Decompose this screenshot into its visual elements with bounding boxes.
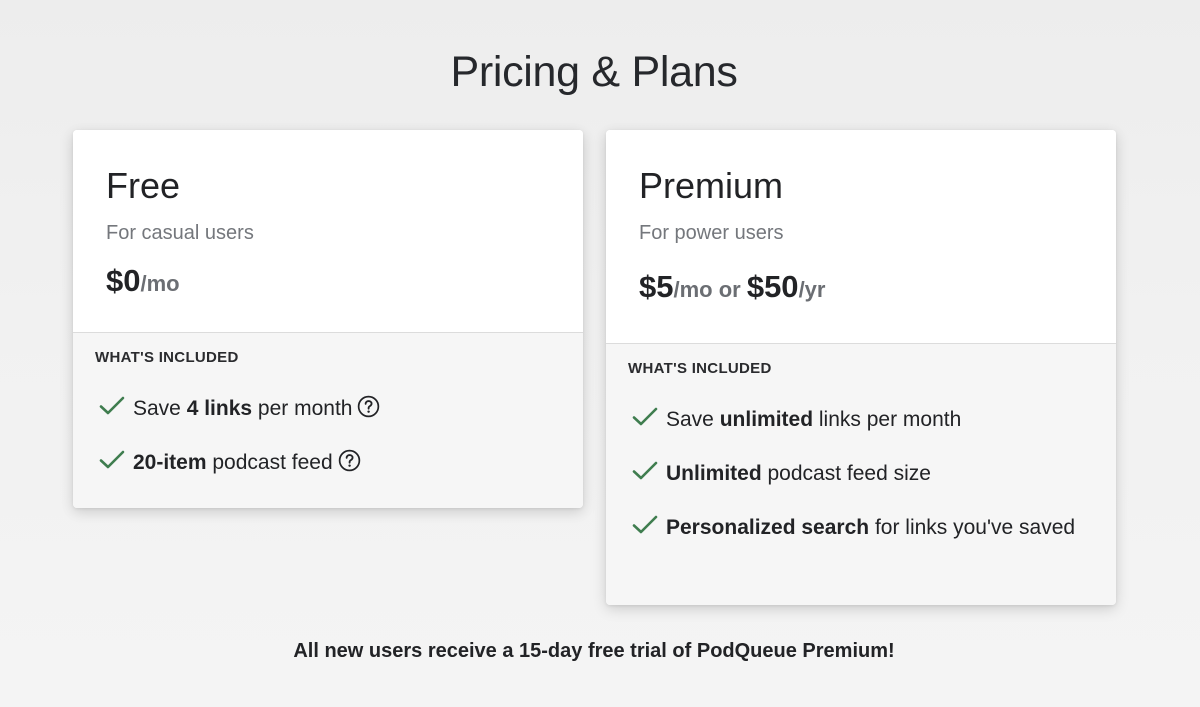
price-unit-yearly: /yr [798, 276, 826, 302]
plan-price: $0/mo [106, 263, 550, 299]
plan-name: Free [106, 165, 181, 206]
check-icon [99, 450, 125, 469]
check-icon [632, 461, 658, 480]
feature-item: Save 4 links per month [95, 392, 561, 425]
feature-item: Personalized search for links you've sav… [628, 511, 1094, 544]
price-unit: /mo [140, 270, 180, 296]
plan-description: For power users [639, 221, 784, 244]
included-label: WHAT'S INCLUDED [95, 349, 239, 366]
plan-header: Premium For power users $5/mo or $50/yr [606, 130, 1116, 344]
plan-card-premium: Premium For power users $5/mo or $50/yr … [606, 130, 1116, 605]
feature-text-post: per month [252, 397, 353, 420]
check-icon [632, 407, 658, 426]
included-label: WHAT'S INCLUDED [628, 360, 772, 377]
feature-text-post: podcast feed [206, 451, 333, 474]
trial-note: All new users receive a 15-day free tria… [293, 640, 895, 662]
plan-description: For casual users [106, 221, 254, 244]
plan-features: WHAT'S INCLUDED Save unlimited links per… [606, 344, 1116, 605]
feature-text-post: links per month [813, 408, 962, 431]
help-circle-icon[interactable] [338, 449, 361, 472]
feature-text-bold: 4 links [186, 397, 253, 420]
check-icon [632, 515, 658, 534]
feature-text-bold: unlimited [719, 408, 814, 431]
check-icon [99, 396, 125, 415]
plan-name: Premium [639, 165, 784, 206]
feature-text-bold: Personalized search [666, 516, 870, 539]
plan-price: $5/mo or $50/yr [639, 269, 1083, 305]
feature-text-post: podcast feed size [761, 462, 931, 485]
plan-card-free: Free For casual users $0/mo WHAT'S INCLU… [73, 130, 583, 508]
feature-text-post: for links you've saved [869, 516, 1076, 539]
feature-item: 20-item podcast feed [95, 446, 561, 479]
page-title: Pricing & Plans [450, 48, 738, 96]
feature-text-pre: Save [666, 408, 720, 431]
feature-text-pre: Save [133, 397, 187, 420]
price-unit: /mo or [673, 276, 747, 302]
plan-header: Free For casual users $0/mo [73, 130, 583, 333]
help-circle-icon[interactable] [357, 395, 380, 418]
feature-item: Save unlimited links per month [628, 403, 1094, 436]
feature-item: Unlimited podcast feed size [628, 457, 1094, 490]
price-amount-yearly: $50 [746, 268, 799, 304]
price-amount: $0 [106, 262, 141, 298]
feature-text-bold: 20-item [133, 451, 207, 474]
plan-features: WHAT'S INCLUDED Save 4 links per month 2… [73, 333, 583, 508]
feature-text-bold: Unlimited [666, 462, 762, 485]
price-amount: $5 [639, 268, 674, 304]
